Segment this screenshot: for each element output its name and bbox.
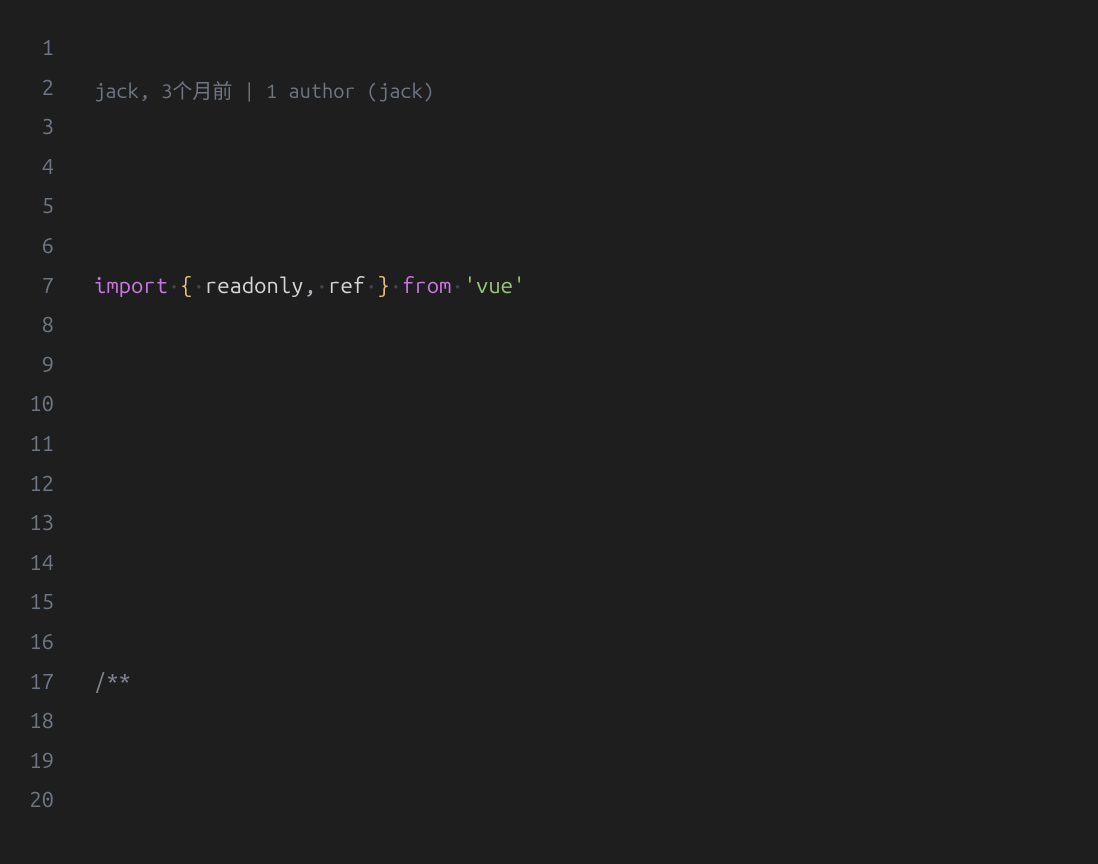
code-line[interactable]: import·{·readonly,·ref·}·from·'vue'	[72, 266, 1098, 306]
code-line[interactable]: /**	[72, 662, 1098, 702]
line-number: 6	[0, 226, 54, 266]
line-number: 18	[0, 701, 54, 741]
line-number: 12	[0, 464, 54, 504]
line-number: 19	[0, 741, 54, 781]
line-number: 11	[0, 424, 54, 464]
line-number-gutter: 1 2 3 4 5 6 7 8 9 10 11 12 13 14 15 16 1…	[0, 0, 72, 864]
line-number: 15	[0, 582, 54, 622]
line-number: 7	[0, 266, 54, 306]
line-number: 20	[0, 780, 54, 820]
code-content[interactable]: jack, 3个月前 | 1 author (jack) import·{·re…	[72, 0, 1098, 864]
code-line[interactable]: | *·useCount	[72, 859, 1098, 864]
code-line[interactable]	[72, 464, 1098, 504]
git-blame-header: jack, 3个月前 | 1 author (jack)	[72, 79, 1098, 107]
code-editor[interactable]: 1 2 3 4 5 6 7 8 9 10 11 12 13 14 15 16 1…	[0, 0, 1098, 864]
line-number: 3	[0, 107, 54, 147]
line-number: 4	[0, 147, 54, 187]
line-number: 1	[0, 28, 54, 68]
line-number: 14	[0, 543, 54, 583]
line-number: 5	[0, 186, 54, 226]
line-number: 10	[0, 384, 54, 424]
line-number: 13	[0, 503, 54, 543]
line-number: 8	[0, 305, 54, 345]
line-number: 17	[0, 662, 54, 702]
line-number: 9	[0, 345, 54, 385]
line-number: 2	[0, 68, 54, 108]
line-number: 16	[0, 622, 54, 662]
